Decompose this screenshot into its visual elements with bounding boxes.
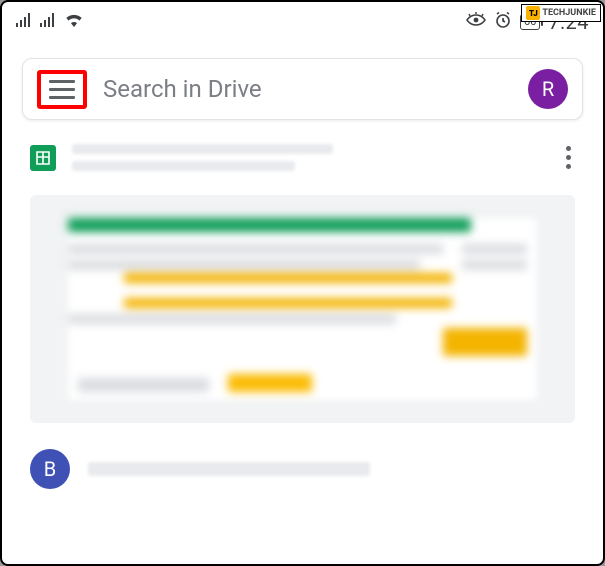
- menu-icon[interactable]: [49, 80, 75, 99]
- file-title-redacted-2: [88, 462, 575, 476]
- file-thumbnail[interactable]: [30, 195, 575, 423]
- signal-icon-1: [16, 12, 32, 32]
- search-placeholder[interactable]: Search in Drive: [103, 75, 512, 103]
- alarm-icon: [494, 11, 512, 34]
- file-item-1[interactable]: [30, 138, 575, 177]
- file-title-redacted: [72, 144, 546, 171]
- file-item-2[interactable]: B: [30, 449, 575, 489]
- profile-avatar[interactable]: R: [528, 69, 568, 109]
- watermark-icon: TJ: [526, 6, 540, 20]
- file-badge-icon: B: [30, 449, 70, 489]
- watermark-text: TECHJUNKIE: [542, 8, 596, 18]
- more-options-button[interactable]: [562, 146, 575, 169]
- device-frame: TJ TECHJUNKIE 60 7:24: [0, 0, 605, 566]
- file-list: B: [2, 138, 603, 489]
- sheets-icon: [30, 145, 56, 171]
- status-bar: 60 7:24: [2, 2, 603, 38]
- signal-icon-2: [40, 12, 56, 32]
- menu-button-highlight: [37, 70, 87, 109]
- wifi-icon: [64, 12, 84, 32]
- eye-icon: [466, 12, 486, 33]
- search-bar[interactable]: Search in Drive R: [22, 58, 583, 120]
- watermark-badge: TJ TECHJUNKIE: [521, 4, 601, 22]
